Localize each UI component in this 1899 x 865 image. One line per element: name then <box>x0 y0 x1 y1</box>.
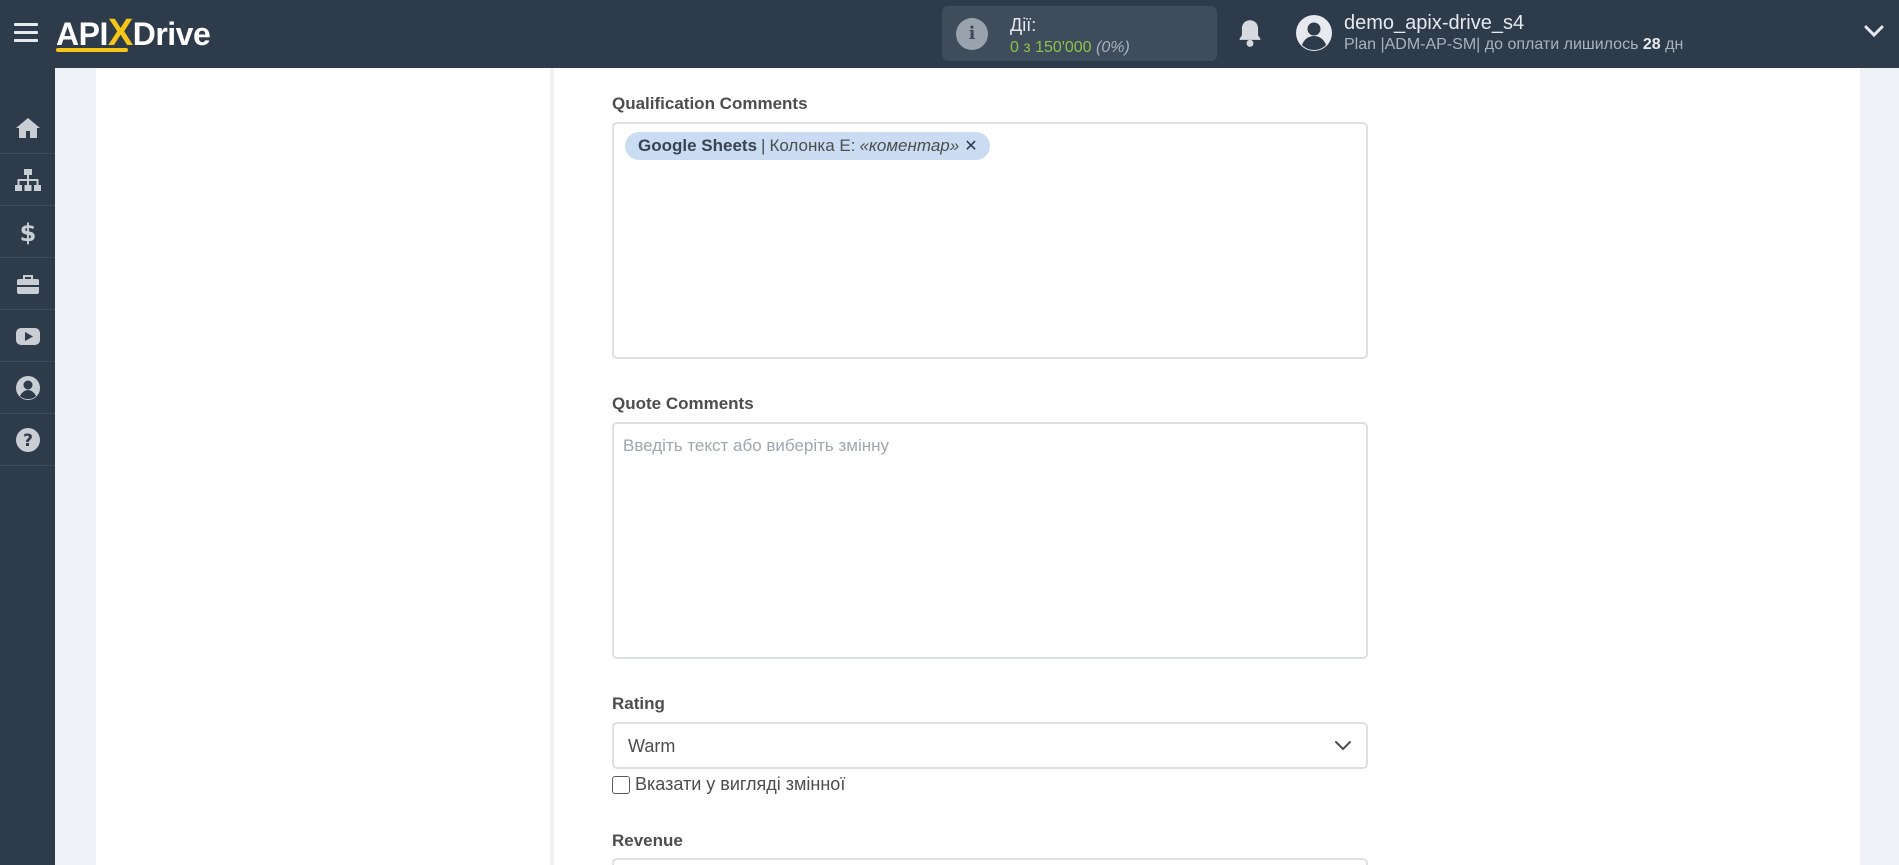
hamburger-menu-icon[interactable] <box>14 23 38 43</box>
user-plan: Plan |ADM-AP-SM| до оплати лишилось 28 д… <box>1344 36 1684 53</box>
sidebar-item-services[interactable] <box>0 258 55 310</box>
rating-select-value: Warm <box>628 736 676 756</box>
actions-counter[interactable]: i Дії: 0 з 150'000 (0%) <box>942 6 1217 61</box>
bell-icon[interactable] <box>1236 18 1264 48</box>
info-icon: i <box>956 18 988 50</box>
rating-select[interactable]: Warm <box>612 722 1368 769</box>
chip-separator: | <box>761 136 766 155</box>
actions-count: 0 з 150'000 (0%) <box>1010 39 1130 56</box>
as-variable-checkbox[interactable] <box>612 775 630 794</box>
qualification-comments-field[interactable]: Google Sheets | Колонка E: «коментар» ✕ <box>612 122 1368 359</box>
chevron-down-icon[interactable] <box>1864 24 1884 38</box>
chip-column: Колонка E: <box>769 136 856 155</box>
variable-chip[interactable]: Google Sheets | Колонка E: «коментар» ✕ <box>625 132 990 160</box>
quote-comments-label: Quote Comments <box>612 394 754 413</box>
sidebar-item-billing[interactable]: $ <box>0 206 55 258</box>
revenue-field[interactable] <box>612 858 1368 865</box>
svg-text:$: $ <box>19 219 36 246</box>
rating-label: Rating <box>612 694 665 713</box>
quote-comments-placeholder: Введіть текст або виберіть змінну <box>623 436 890 455</box>
as-variable-option: Вказати у вигляді змінної <box>612 774 845 795</box>
help-icon: ? <box>15 427 40 452</box>
chip-variable: «коментар» <box>859 136 960 155</box>
avatar[interactable] <box>1296 15 1332 51</box>
sidebar-item-connections[interactable] <box>0 154 55 206</box>
quote-comments-field[interactable]: Введіть текст або виберіть змінну <box>612 422 1368 659</box>
chip-remove-icon[interactable]: ✕ <box>964 136 977 156</box>
as-variable-label[interactable]: Вказати у вигляді змінної <box>635 774 845 795</box>
sidebar-item-profile[interactable] <box>0 362 55 414</box>
svg-text:?: ? <box>23 431 33 451</box>
actions-label: Дії: <box>1010 15 1037 35</box>
user-name[interactable]: demo_apix-drive_s4 <box>1344 12 1524 35</box>
qualification-comments-label: Qualification Comments <box>612 94 808 113</box>
sidebar-item-videos[interactable] <box>0 310 55 362</box>
sidebar-item-home[interactable] <box>0 102 55 154</box>
youtube-icon <box>15 327 40 345</box>
apix-drive-logo[interactable]: APIXDrive <box>56 10 211 56</box>
home-icon <box>15 117 40 138</box>
revenue-label: Revenue <box>612 831 683 850</box>
dollar-icon: $ <box>19 219 36 246</box>
left-panel <box>96 68 550 865</box>
sidebar: $ ? <box>0 68 55 865</box>
sitemap-icon <box>14 168 41 191</box>
chip-source: Google Sheets <box>638 136 758 155</box>
user-circle-icon <box>15 375 40 400</box>
sidebar-item-help[interactable]: ? <box>0 414 55 466</box>
briefcase-icon <box>16 274 39 294</box>
chevron-down-icon <box>1335 741 1351 751</box>
top-bar: APIXDrive i Дії: 0 з 150'000 (0%) demo_a… <box>0 0 1899 68</box>
